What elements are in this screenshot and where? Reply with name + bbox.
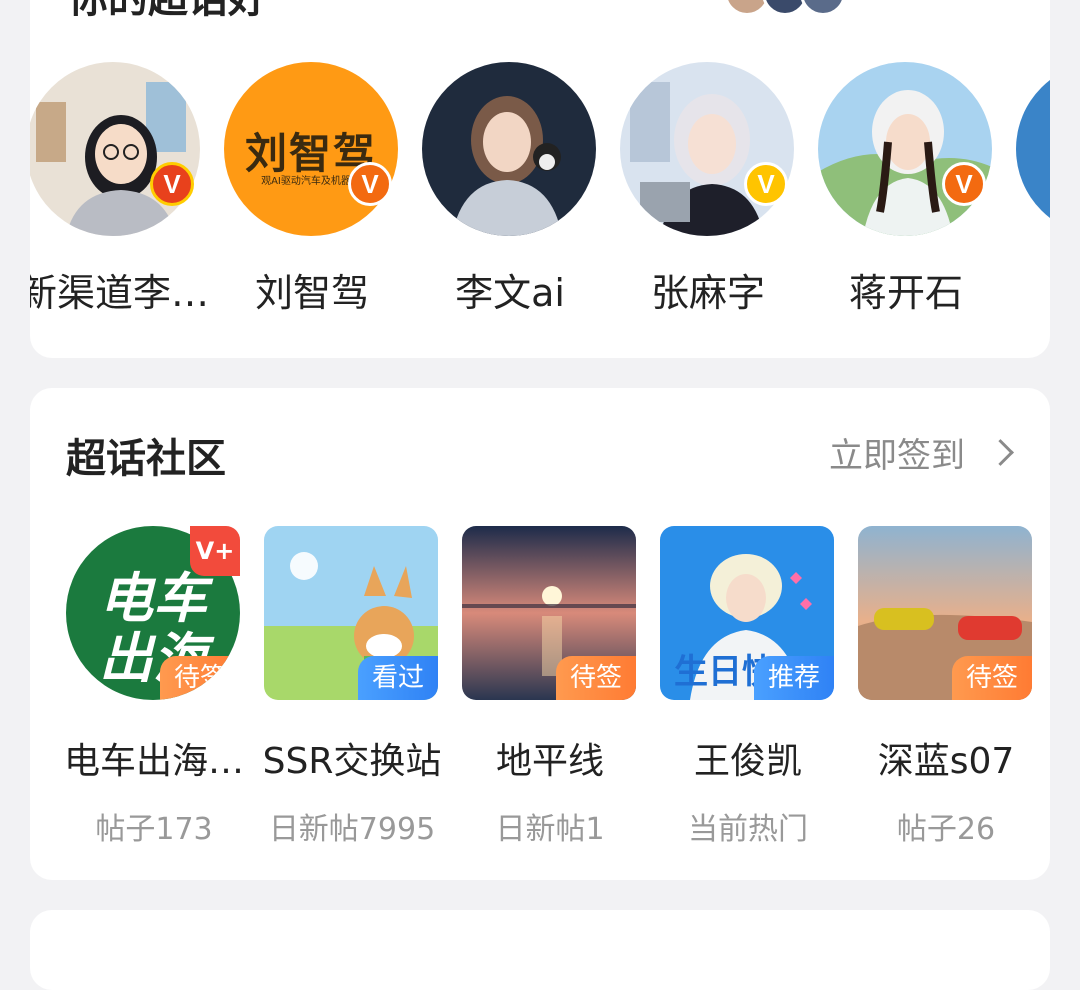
avatar — [800, 0, 846, 16]
topic-item[interactable]: 生日快 推荐 王俊凯 当前热门 — [660, 526, 836, 847]
verified-badge: V — [942, 162, 986, 206]
people-card: 你的超话好 V 新渠道李… 刘智驾 观AI驱动汽车及机器人 V — [30, 0, 1050, 358]
topic-name: 地平线 — [495, 741, 604, 782]
topic-name: 王俊凯 — [693, 741, 802, 782]
verified-badge: V — [348, 162, 392, 206]
topic-item[interactable]: 待签 深蓝s07 帖子26 — [858, 526, 1034, 847]
person-item[interactable]: V 新渠道李… — [30, 62, 226, 322]
person-name: 李文ai — [455, 271, 565, 315]
person-item[interactable]: 刘智驾 观AI驱动汽车及机器人 V 刘智驾 — [224, 62, 424, 322]
status-badge: 待签 — [556, 656, 636, 700]
next-card — [30, 910, 1050, 990]
status-badge: 看过 — [358, 656, 438, 700]
chevron-right-icon — [987, 439, 1014, 466]
avatar — [818, 62, 992, 236]
super-fan-badge: V+ — [190, 526, 240, 576]
topic-subtitle: 当前热门 — [688, 812, 808, 847]
avatar — [30, 62, 200, 236]
person-name: 刘智驾 — [254, 271, 369, 315]
topic-subtitle: 日新帖7995 — [268, 812, 436, 847]
checkin-label: 立即签到 — [829, 436, 965, 476]
person-name: 蒋开石 — [848, 271, 963, 315]
topic-thumbnail: 生日快 推荐 — [660, 526, 834, 700]
status-badge: 待签 — [160, 656, 240, 700]
person-item[interactable]: V 张麻字 — [620, 62, 820, 322]
topic-item[interactable]: 看过 SSR交换站 日新帖7995 — [263, 526, 441, 847]
avatar-stack[interactable] — [698, 0, 858, 16]
topic-thumbnail: 看过 — [264, 526, 438, 700]
topic-name: 深蓝s07 — [877, 741, 1015, 782]
avatar — [1016, 62, 1050, 236]
avatar: 刘智驾 观AI驱动汽车及机器人 — [224, 62, 398, 236]
person-item[interactable]: 李文ai — [422, 62, 622, 322]
status-badge: 推荐 — [754, 656, 834, 700]
avatar — [620, 62, 794, 236]
person-name: 新渠道李… — [30, 271, 209, 315]
people-section-title: 你的超话好 — [68, 0, 268, 24]
verified-badge: V — [150, 162, 194, 206]
topic-item[interactable]: 电车 出海 待签 V+ 电车出海… 帖子173 — [64, 526, 244, 847]
person-name: 张麻字 — [650, 271, 765, 315]
topic-name: 电车出海… — [63, 741, 244, 782]
super-topic-card: 超话社区 立即签到 电车 出海 待签 V+ 电车出海… 帖子173 看过 SSR… — [30, 388, 1050, 880]
avatar — [422, 62, 596, 236]
checkin-button[interactable]: 立即签到 — [829, 428, 1016, 477]
section-title: 超话社区 — [66, 436, 226, 482]
topic-subtitle: 帖子173 — [95, 812, 213, 847]
verified-badge: V — [744, 162, 788, 206]
status-badge: 待签 — [952, 656, 1032, 700]
topic-subtitle: 帖子26 — [896, 812, 996, 847]
topic-thumbnail: 待签 — [462, 526, 636, 700]
topic-thumbnail: 待签 — [858, 526, 1032, 700]
topic-name: SSR交换站 — [262, 741, 442, 782]
person-item[interactable] — [1016, 62, 1050, 322]
topic-subtitle: 日新帖1 — [495, 812, 605, 847]
topic-item[interactable]: 待签 地平线 日新帖1 — [462, 526, 638, 847]
person-item[interactable]: V 蒋开石 — [818, 62, 1018, 322]
